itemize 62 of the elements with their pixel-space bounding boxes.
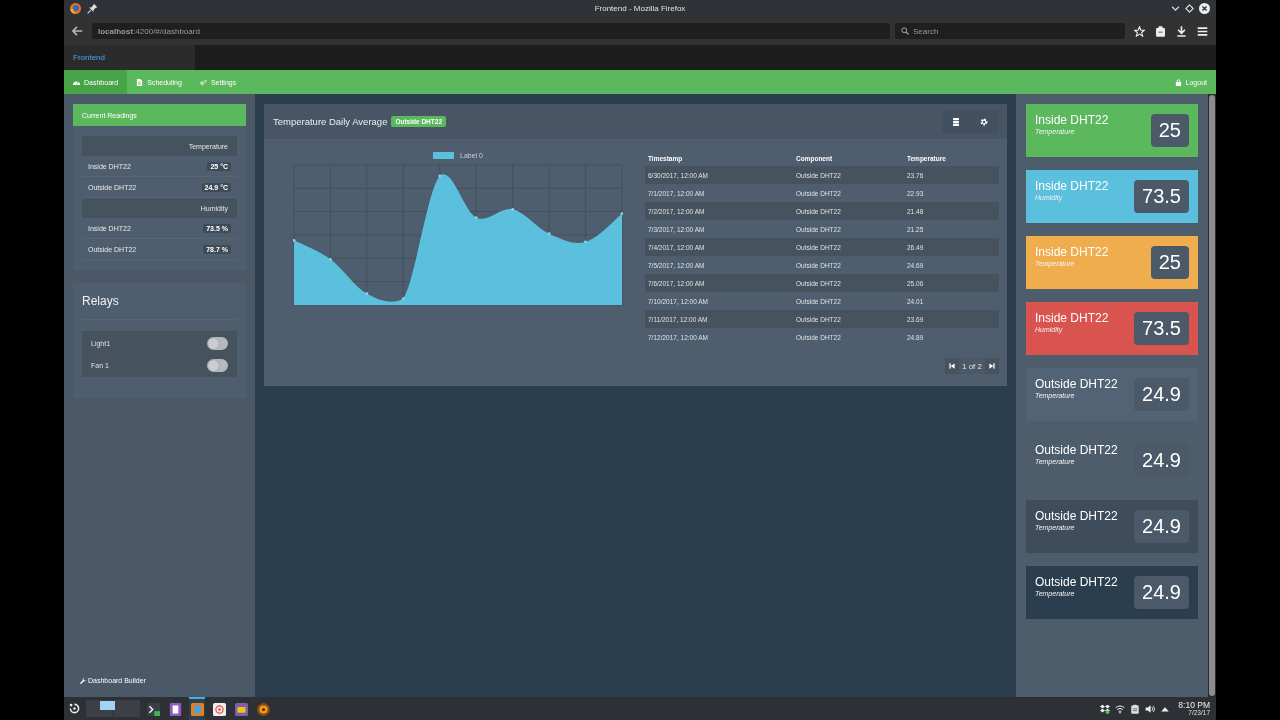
clock-time: 8:10 PM bbox=[1178, 701, 1210, 710]
diamonds-icon[interactable] bbox=[1100, 703, 1111, 714]
picture-icon bbox=[190, 703, 204, 716]
emblem-icon bbox=[256, 703, 270, 716]
toggle-switch[interactable] bbox=[207, 358, 228, 372]
tile-title: Inside DHT22 bbox=[1035, 311, 1109, 325]
value-display: 24.9 bbox=[1134, 378, 1189, 411]
document-icon bbox=[168, 703, 182, 716]
pin-icon[interactable] bbox=[87, 3, 98, 14]
menu-icon[interactable] bbox=[1197, 25, 1208, 37]
value-display: 25 bbox=[1150, 114, 1189, 147]
chevron-down-icon[interactable] bbox=[1171, 4, 1180, 13]
scrollbar[interactable] bbox=[1208, 94, 1216, 697]
value-display: 73.5 bbox=[1134, 312, 1189, 345]
last-page-button[interactable] bbox=[985, 358, 999, 374]
diamond-icon[interactable] bbox=[1185, 4, 1194, 13]
tile-title: Outside DHT22 bbox=[1035, 509, 1118, 523]
gears-icon bbox=[199, 78, 207, 86]
terminal-icon bbox=[146, 703, 160, 716]
toggle-switch[interactable] bbox=[207, 336, 228, 350]
value-display: 73.5 bbox=[1134, 180, 1189, 213]
page-indicator: 1 of 2 bbox=[961, 361, 983, 371]
value-display: 24.9 bbox=[1134, 510, 1189, 543]
window-title: Frontend - Mozilla Firefox bbox=[594, 4, 686, 13]
tile-title: Inside DHT22 bbox=[1035, 179, 1109, 193]
desktop-pager[interactable] bbox=[86, 700, 140, 717]
close-icon[interactable] bbox=[1199, 3, 1210, 14]
skip-back-icon bbox=[949, 363, 955, 369]
search-icon bbox=[901, 27, 909, 35]
tile-title: Inside DHT22 bbox=[1035, 245, 1109, 259]
firefox-icon bbox=[70, 3, 81, 14]
skip-forward-icon bbox=[989, 363, 995, 369]
clipboard-icon[interactable] bbox=[1155, 25, 1166, 37]
back-arrow-icon[interactable] bbox=[71, 25, 83, 37]
panel-title: Relays bbox=[82, 283, 237, 320]
speaker-icon[interactable] bbox=[1145, 703, 1156, 714]
value-display: 24.9 bbox=[1134, 576, 1189, 609]
folder-icon bbox=[234, 703, 248, 716]
legend-swatch-icon bbox=[433, 152, 454, 159]
database-icon bbox=[952, 117, 960, 126]
wrench-icon bbox=[80, 677, 86, 684]
tile-title: Outside DHT22 bbox=[1035, 443, 1118, 457]
download-icon[interactable] bbox=[1176, 25, 1187, 37]
tile-title: Outside DHT22 bbox=[1035, 575, 1118, 589]
file-icon bbox=[136, 78, 144, 86]
star-icon[interactable] bbox=[1134, 25, 1145, 37]
clipboard-icon[interactable] bbox=[1130, 703, 1141, 714]
speedometer-icon bbox=[73, 78, 80, 86]
target-icon bbox=[212, 703, 226, 716]
address-field[interactable]: localhost:4200/#/dashboard bbox=[92, 23, 890, 39]
value-display: 24.9 bbox=[1134, 444, 1189, 477]
launcher-icon[interactable] bbox=[69, 703, 80, 714]
lock-icon bbox=[1174, 78, 1182, 86]
wifi-icon[interactable] bbox=[1115, 703, 1126, 714]
value-display: 25 bbox=[1150, 246, 1189, 279]
tile-title: Inside DHT22 bbox=[1035, 113, 1109, 127]
tile-title: Outside DHT22 bbox=[1035, 377, 1118, 391]
gear-icon bbox=[980, 117, 988, 126]
card-title: Temperature Daily Average bbox=[273, 116, 388, 127]
first-page-button[interactable] bbox=[945, 358, 959, 374]
browser-tab[interactable]: Frontend bbox=[64, 45, 195, 70]
search-field[interactable]: Search bbox=[895, 23, 1125, 39]
